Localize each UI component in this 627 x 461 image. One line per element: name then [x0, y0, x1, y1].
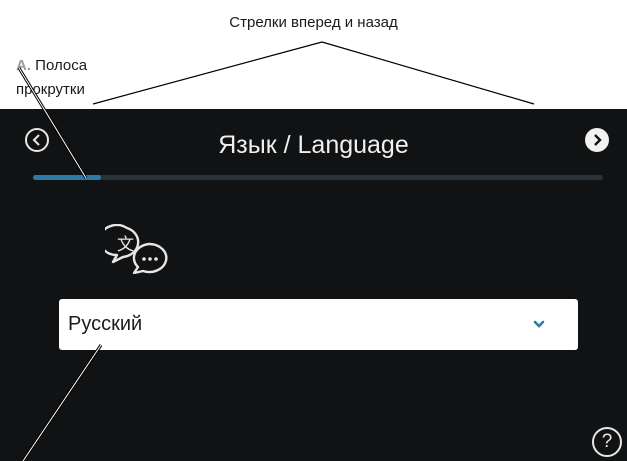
svg-text:文: 文	[117, 235, 134, 255]
scrollbar-caption-word2: прокрутки	[16, 81, 85, 98]
forward-button[interactable]	[585, 128, 609, 152]
device-screen: Язык / Language 文 Русский ?	[0, 109, 627, 461]
scrollbar-thumb[interactable]	[33, 175, 102, 180]
translate-speech-icon: 文	[105, 224, 168, 274]
scrollbar-caption-word1: Полоса	[35, 57, 88, 74]
page-title: Язык / Language	[218, 131, 409, 159]
help-button[interactable]: ?	[592, 427, 622, 457]
arrow-leader-back	[92, 41, 323, 105]
language-select-value: Русский	[68, 313, 143, 335]
chevron-down-icon	[533, 320, 545, 328]
arrow-leader-forward	[321, 41, 535, 105]
arrows-caption: Стрелки вперед и назад	[229, 14, 398, 31]
scrollbar[interactable]	[33, 175, 603, 180]
chevron-right-icon	[594, 134, 602, 146]
language-select[interactable]: Русский	[59, 299, 578, 350]
scrollbar-caption: A. Полоса прокрутки	[16, 54, 87, 102]
scrollbar-caption-letter: A.	[16, 57, 31, 74]
